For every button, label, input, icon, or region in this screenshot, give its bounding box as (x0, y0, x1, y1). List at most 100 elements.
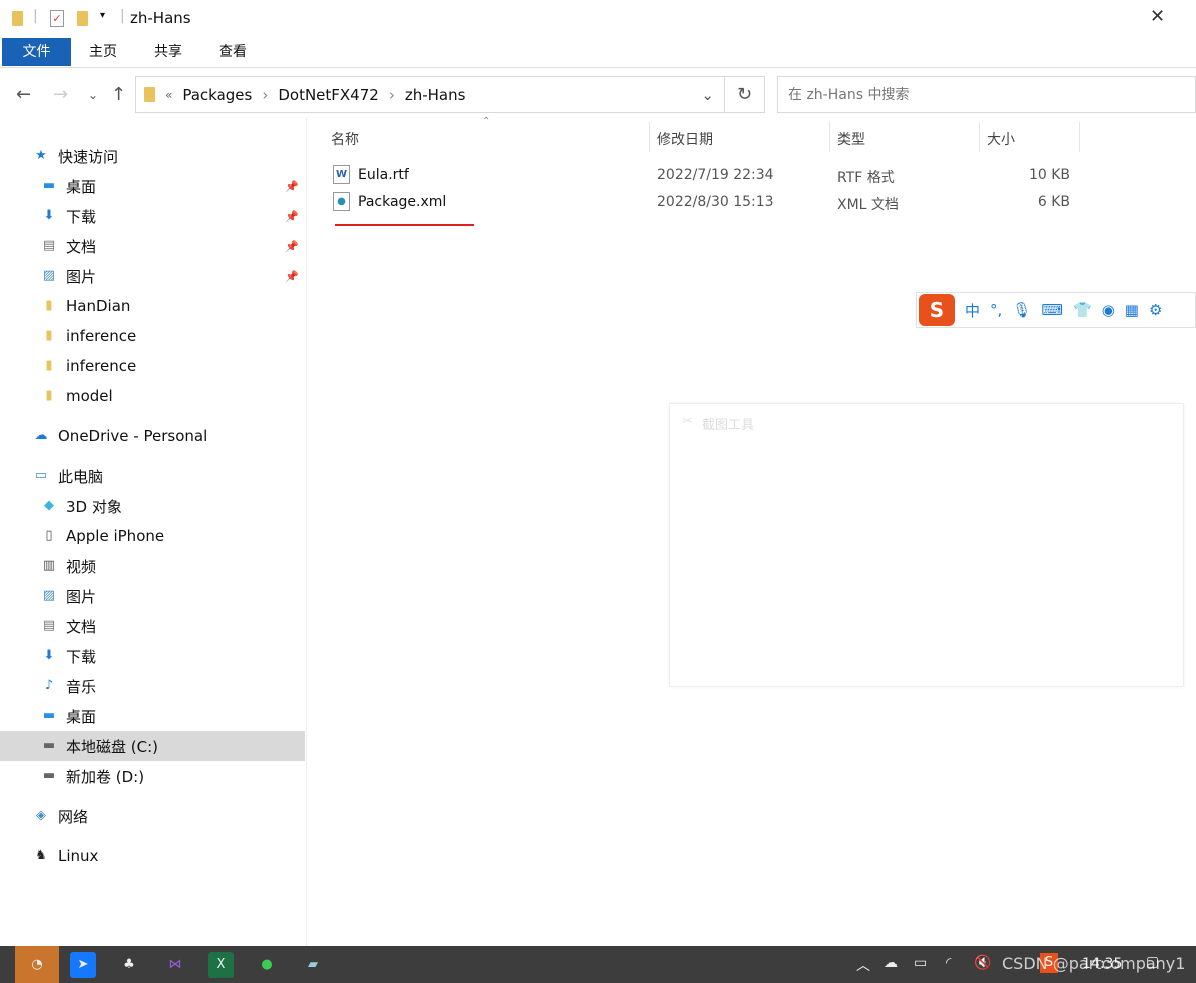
ribbon-tabs: 文件 主页 共享 查看 (0, 38, 1196, 68)
breadcrumb-packages[interactable]: Packages (182, 86, 252, 104)
pin-icon[interactable]: 📌 (285, 180, 299, 193)
back-button[interactable]: ← (16, 84, 31, 105)
sidebar-item[interactable]: ▯ Apple iPhone (0, 521, 305, 551)
sidebar-item-label: 此电脑 (58, 467, 104, 486)
column-type[interactable]: 类型 (837, 129, 865, 149)
sidebar-item[interactable]: ▬ 本地磁盘 (C:) (0, 731, 305, 761)
pane-divider[interactable] (306, 118, 307, 946)
xml-file-icon: ● (333, 192, 350, 211)
column-date[interactable]: 修改日期 (657, 129, 713, 149)
taskbar-app-search-icon[interactable]: ◔ (15, 946, 59, 983)
tab-view[interactable]: 查看 (210, 38, 256, 66)
sidebar-item-label: 3D 对象 (66, 497, 122, 516)
file-type: XML 文档 (837, 197, 899, 213)
sidebar-item[interactable]: ◆ 3D 对象 (0, 491, 305, 521)
divider: | (120, 8, 125, 24)
sogou-ime-toolbar: S 中 °, 🎙 ⌨ 👕 ◉ ▦ ⚙ (916, 292, 1196, 328)
star-icon: ★ (35, 148, 47, 163)
window-title: zh-Hans (130, 9, 191, 27)
sogou-logo-icon[interactable]: S (919, 294, 955, 326)
sidebar-item-label: 文档 (66, 617, 97, 636)
sidebar-item[interactable]: ♪ 音乐 (0, 671, 305, 701)
sidebar-item[interactable]: ▬ 新加卷 (D:) (0, 761, 305, 791)
column-size[interactable]: 大小 (987, 129, 1015, 149)
document-icon: ▤ (42, 238, 56, 253)
properties-icon[interactable]: ✓ (50, 10, 64, 27)
robot-icon[interactable]: ◉ (1102, 301, 1115, 319)
file-row[interactable]: W Eula.rtf 2022/7/19 22:34 RTF 格式 10 KB (330, 162, 1080, 189)
sidebar-item-label: 新加卷 (D:) (66, 767, 145, 786)
taskbar-app-network-icon[interactable]: ♣ (116, 952, 142, 978)
tab-home[interactable]: 主页 (80, 38, 126, 66)
taskbar-app-excel-icon[interactable]: X (208, 952, 234, 978)
wifi-icon[interactable]: ◜ (946, 955, 951, 971)
quick-access-dropdown-icon[interactable]: ▾ (100, 10, 105, 21)
microphone-icon[interactable]: 🎙 (1012, 301, 1031, 319)
sort-ascending-icon: ⌃ (482, 116, 491, 127)
sidebar-item[interactable]: ♞ Linux (0, 841, 305, 871)
volume-muted-icon[interactable]: 🔇 (974, 955, 991, 971)
taskbar-app-visual-studio-icon[interactable]: ⋈ (162, 952, 188, 978)
file-date: 2022/8/30 15:13 (657, 194, 774, 210)
sidebar-item[interactable]: ▮ model (0, 381, 305, 411)
sidebar-item[interactable]: ◈ 网络 (0, 801, 305, 831)
sidebar-item-label: 本地磁盘 (C:) (66, 737, 158, 756)
overflow-chevron[interactable]: « (165, 88, 172, 102)
sidebar-item[interactable]: ⬇ 下载 (0, 641, 305, 671)
recent-dropdown-icon[interactable]: ⌄ (88, 88, 98, 102)
drive-icon: ▬ (42, 768, 56, 783)
sidebar-item[interactable]: ▭ 此电脑 (0, 461, 305, 491)
new-folder-icon[interactable] (77, 11, 88, 26)
refresh-button[interactable]: ↻ (725, 76, 765, 113)
sidebar-item[interactable]: ▮ HanDian (0, 291, 305, 321)
ime-punct[interactable]: °, (990, 301, 1002, 319)
pin-icon[interactable]: 📌 (285, 240, 299, 253)
sidebar-item[interactable]: ▨ 图片 (0, 581, 305, 611)
forward-button[interactable]: → (53, 84, 68, 105)
up-button[interactable]: ↑ (111, 84, 126, 105)
sidebar-item[interactable]: ▮ inference (0, 321, 305, 351)
taskbar-app-wechat-icon[interactable]: ● (254, 952, 280, 978)
pin-icon[interactable]: 📌 (285, 270, 299, 283)
tray-chevron-up-icon[interactable]: ︿ (856, 955, 870, 975)
word-file-icon: W (333, 165, 350, 184)
keyboard-icon[interactable]: ⌨ (1041, 301, 1063, 319)
sidebar-item[interactable]: ▬ 桌面 (0, 701, 305, 731)
breadcrumb-zh-hans[interactable]: zh-Hans (405, 86, 466, 104)
file-row[interactable]: ● Package.xml 2022/8/30 15:13 XML 文档 6 K… (330, 189, 1080, 216)
skin-icon[interactable]: 👕 (1073, 301, 1092, 319)
sidebar-item[interactable]: ▤ 文档 📌 (0, 231, 305, 261)
sidebar-item[interactable]: ▥ 视频 (0, 551, 305, 581)
desktop-icon: ▬ (42, 708, 56, 723)
column-name[interactable]: 名称 (331, 129, 359, 149)
sidebar-item[interactable]: ▨ 图片 📌 (0, 261, 305, 291)
battery-icon[interactable]: ▭ (914, 955, 927, 971)
settings-icon[interactable]: ⚙ (1149, 301, 1162, 319)
sidebar-item-label: 桌面 (66, 707, 97, 726)
search-input[interactable]: 在 zh-Hans 中搜索 (777, 76, 1196, 113)
apps-icon[interactable]: ▦ (1125, 301, 1139, 319)
sidebar-item[interactable]: ★ 快速访问 (0, 141, 305, 171)
sidebar-item-label: Apple iPhone (66, 527, 165, 545)
address-dropdown-icon[interactable]: ⌄ (701, 86, 714, 104)
tab-share[interactable]: 共享 (145, 38, 191, 66)
tab-file[interactable]: 文件 (2, 38, 71, 66)
taskbar-app-feishu-icon[interactable]: ➤ (70, 952, 96, 978)
ime-mode[interactable]: 中 (965, 300, 980, 321)
drive-icon: ▬ (42, 738, 56, 753)
sidebar-item[interactable]: ☁ OneDrive - Personal (0, 421, 305, 451)
taskbar-app-notepad-icon[interactable]: ▰ (300, 952, 326, 978)
address-bar[interactable]: « Packages › DotNetFX472 › zh-Hans ⌄ (135, 76, 725, 113)
sidebar-item[interactable]: ▬ 桌面 📌 (0, 171, 305, 201)
desktop-icon: ▬ (42, 178, 56, 193)
sidebar-item[interactable]: ▮ inference (0, 351, 305, 381)
onedrive-tray-icon[interactable]: ☁ (884, 955, 898, 971)
breadcrumb-dotnetfx472[interactable]: DotNetFX472 (278, 86, 378, 104)
sidebar-item[interactable]: ▤ 文档 (0, 611, 305, 641)
close-icon[interactable]: ✕ (1150, 6, 1165, 27)
folder-icon: ▮ (45, 388, 53, 403)
taskbar: ◔ ➤ ♣ ⋈ X ● ▰ ︿ ☁ ▭ ◜ 🔇 S 14:35 ▢ CSDN @… (0, 946, 1196, 983)
file-size: 6 KB (1037, 194, 1070, 210)
pin-icon[interactable]: 📌 (285, 210, 299, 223)
sidebar-item[interactable]: ⬇ 下载 📌 (0, 201, 305, 231)
